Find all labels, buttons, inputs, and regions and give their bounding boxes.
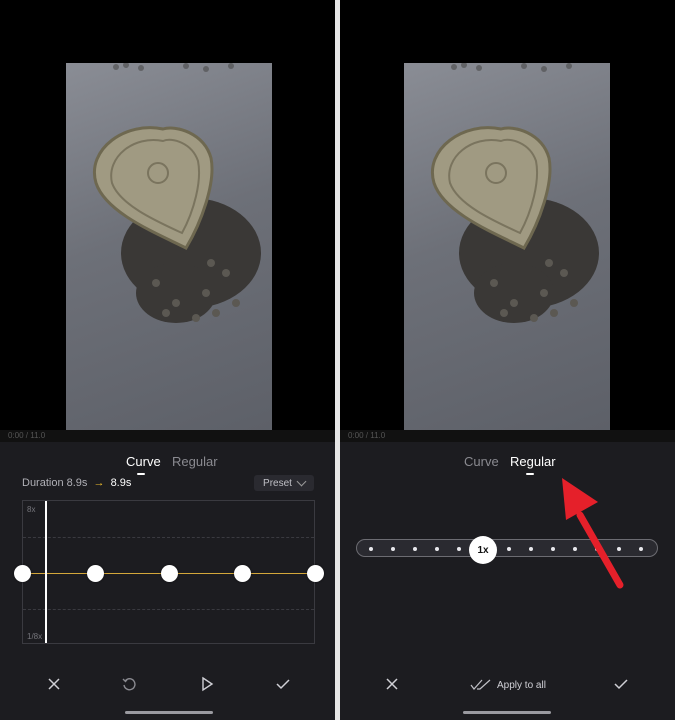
home-indicator xyxy=(125,711,213,714)
speed-tick xyxy=(507,547,511,551)
speed-tick xyxy=(369,547,373,551)
speed-tick xyxy=(413,547,417,551)
duration-new-value: 8.9s xyxy=(110,477,132,489)
double-check-icon xyxy=(470,679,491,690)
speed-tick xyxy=(639,547,643,551)
home-indicator xyxy=(463,711,551,714)
preset-dropdown[interactable]: Preset xyxy=(254,475,314,491)
speed-curve-graph[interactable]: 8x 1/8x xyxy=(14,500,324,644)
curve-point[interactable] xyxy=(307,565,324,582)
video-preview xyxy=(404,63,610,430)
y-min-label: 1/8x xyxy=(27,632,43,641)
right-phone-screen: 0:00 / 11.0 Curve Regular 1x Apply to al… xyxy=(340,0,675,720)
speed-tick xyxy=(529,547,533,551)
active-tab-indicator xyxy=(526,473,534,475)
duration-info: Duration 8.9s → 8.9s xyxy=(22,477,131,489)
grid-line xyxy=(23,609,314,610)
timeline-strip: 0:00 / 11.0 xyxy=(340,430,675,442)
curve-point[interactable] xyxy=(14,565,31,582)
timeline-strip: 0:00 / 11.0 xyxy=(0,430,335,442)
close-icon[interactable] xyxy=(384,676,400,692)
speed-tick xyxy=(457,547,461,551)
active-tab-indicator xyxy=(137,473,145,475)
y-max-label: 8x xyxy=(27,505,36,514)
apply-to-all-label: Apply to all xyxy=(497,679,546,691)
playback-time: 0:00 / 11.0 xyxy=(348,431,386,440)
tab-curve[interactable]: Curve xyxy=(464,454,499,469)
reset-icon[interactable] xyxy=(121,676,137,692)
arrow-right-icon: → xyxy=(93,477,105,489)
speed-slider-thumb[interactable]: 1x xyxy=(469,536,497,564)
tab-curve[interactable]: Curve xyxy=(126,454,161,469)
left-phone-screen: 0:00 / 11.0 Curve Regular Duration 8.9s … xyxy=(0,0,335,720)
annotation-arrow-icon xyxy=(562,478,624,589)
playhead-cursor[interactable] xyxy=(45,501,47,643)
chevron-down-icon xyxy=(296,476,307,487)
check-icon[interactable] xyxy=(613,676,629,692)
tab-regular[interactable]: Regular xyxy=(172,454,218,469)
grid-line xyxy=(23,537,314,538)
curve-point[interactable] xyxy=(161,565,178,582)
speed-tick xyxy=(391,547,395,551)
apply-to-all-button[interactable]: Apply to all xyxy=(470,679,546,691)
curve-point[interactable] xyxy=(87,565,104,582)
tab-regular[interactable]: Regular xyxy=(510,454,556,469)
curve-point[interactable] xyxy=(234,565,251,582)
play-icon[interactable] xyxy=(199,676,215,692)
speed-tick xyxy=(435,547,439,551)
speed-sheet: Curve Regular Duration 8.9s → 8.9s Prese… xyxy=(0,442,335,720)
close-icon[interactable] xyxy=(46,676,62,692)
video-preview xyxy=(66,63,272,430)
playback-time: 0:00 / 11.0 xyxy=(8,431,46,440)
preset-label: Preset xyxy=(263,477,292,489)
check-icon[interactable] xyxy=(275,676,291,692)
duration-label: Duration 8.9s xyxy=(22,477,88,489)
